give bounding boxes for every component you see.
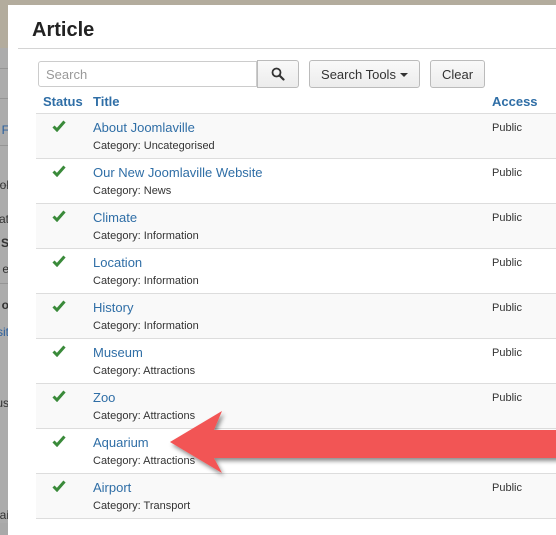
published-check-icon[interactable] (52, 390, 66, 402)
table-row: Climate Category: Information Public (36, 203, 556, 248)
published-check-icon[interactable] (52, 165, 66, 177)
left-arrow-annotation-icon (170, 411, 556, 473)
article-access: Public (492, 482, 522, 494)
published-check-icon[interactable] (52, 120, 66, 132)
table-row: Museum Category: Attractions Public (36, 338, 556, 383)
search-tools-label: Search Tools (321, 66, 396, 82)
article-access: Public (492, 122, 522, 134)
search-button[interactable] (257, 60, 299, 88)
caret-down-icon (399, 73, 408, 77)
article-title-link[interactable]: Museum (93, 345, 143, 360)
search-tools-button[interactable]: Search Tools (309, 60, 420, 88)
clear-button[interactable]: Clear (430, 60, 485, 88)
article-title-link[interactable]: Zoo (93, 390, 115, 405)
article-access: Public (492, 347, 522, 359)
article-access: Public (492, 302, 522, 314)
table-row: Our New Joomlaville Website Category: New… (36, 158, 556, 203)
article-category: Category: Information (93, 275, 199, 287)
table-row: History Category: Information Public (36, 293, 556, 338)
article-title-link[interactable]: About Joomlaville (93, 120, 195, 135)
article-title-link[interactable]: Climate (93, 210, 137, 225)
article-title-link[interactable]: Aquarium (93, 435, 149, 450)
search-input[interactable] (38, 61, 257, 87)
column-header-title[interactable]: Title (93, 94, 120, 109)
article-title-link[interactable]: Location (93, 255, 142, 270)
article-access: Public (492, 392, 522, 404)
article-category: Category: News (93, 185, 172, 197)
published-check-icon[interactable] (52, 255, 66, 267)
column-header-status[interactable]: Status (43, 94, 83, 109)
published-check-icon[interactable] (52, 480, 66, 492)
article-access: Public (492, 167, 522, 179)
column-header-access[interactable]: Access (492, 94, 538, 109)
article-access: Public (492, 257, 522, 269)
published-check-icon[interactable] (52, 435, 66, 447)
article-access: Public (492, 212, 522, 224)
table-row: About Joomlaville Category: Uncategorised… (36, 113, 556, 158)
published-check-icon[interactable] (52, 210, 66, 222)
article-category: Category: Uncategorised (93, 140, 215, 152)
article-category: Category: Information (93, 320, 199, 332)
table-row: Location Category: Information Public (36, 248, 556, 293)
article-title-link[interactable]: Airport (93, 480, 131, 495)
article-category: Category: Information (93, 230, 199, 242)
search-icon (271, 67, 285, 81)
article-title-link[interactable]: History (93, 300, 133, 315)
published-check-icon[interactable] (52, 300, 66, 312)
published-check-icon[interactable] (52, 345, 66, 357)
article-category: Category: Attractions (93, 365, 196, 377)
header-divider (18, 48, 556, 49)
modal-title: Article (32, 19, 95, 41)
article-category: Category: Transport (93, 500, 191, 512)
article-title-link[interactable]: Our New Joomlaville Website (93, 165, 263, 180)
